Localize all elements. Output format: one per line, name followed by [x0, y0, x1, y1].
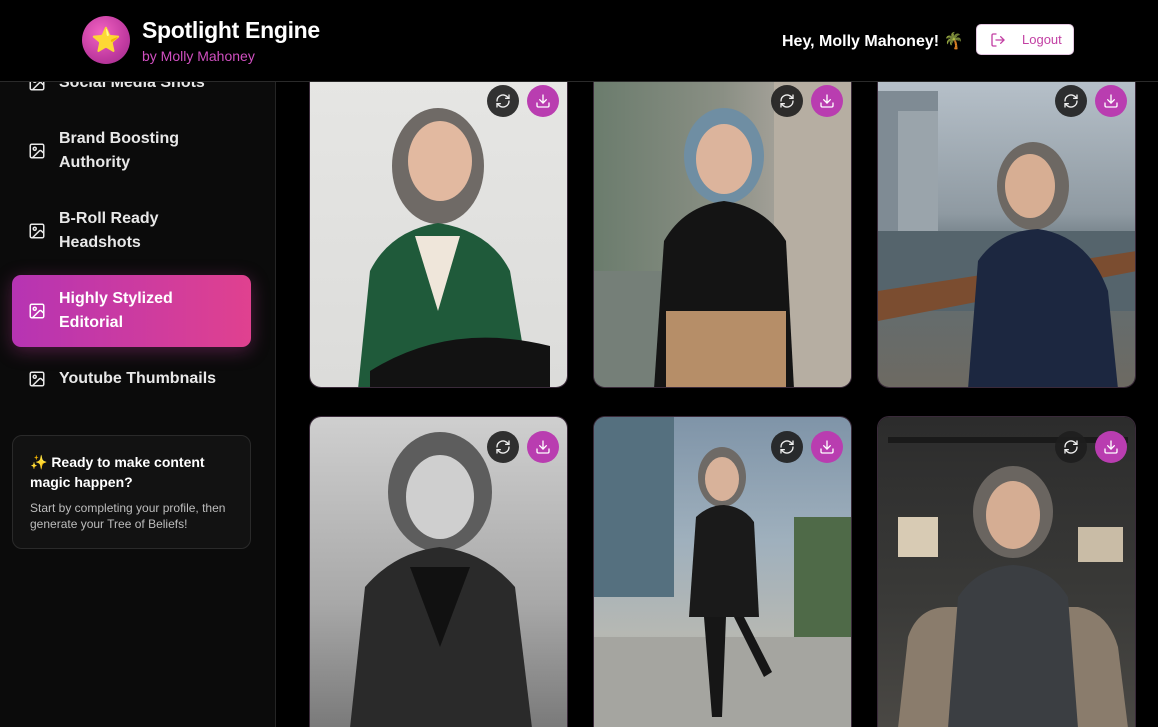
- sidebar: Social Media Shots Brand Boosting Author…: [0, 82, 276, 727]
- refresh-icon: [1064, 440, 1078, 454]
- sidebar-item-label: Brand Boosting Authority: [59, 130, 179, 171]
- photo: [594, 417, 851, 727]
- image-icon: [29, 82, 45, 91]
- portrait-image: [594, 417, 851, 727]
- download-icon: [1104, 94, 1118, 108]
- sidebar-item-label: Social Media Shots: [59, 82, 205, 91]
- refresh-icon: [780, 94, 794, 108]
- regenerate-button[interactable]: [487, 431, 519, 463]
- refresh-icon: [1064, 94, 1078, 108]
- promo-title: ✨ Ready to make content magic happen?: [30, 454, 205, 490]
- download-icon: [1104, 440, 1118, 454]
- photo: [594, 71, 851, 387]
- user-greeting: Hey, Molly Mahoney! 🌴: [782, 33, 964, 50]
- portrait-image: [878, 91, 1135, 387]
- app-root: ⭐ Spotlight Engine by Molly Mahoney Hey,…: [0, 0, 1158, 727]
- logout-button[interactable]: Logout: [976, 24, 1074, 55]
- refresh-icon: [780, 440, 794, 454]
- sidebar-item-brand-boosting-authority[interactable]: Brand Boosting Authority: [12, 127, 251, 175]
- portrait-image: [594, 71, 851, 387]
- sidebar-item-b-roll-ready-headshots[interactable]: B-Roll Ready Headshots: [12, 207, 251, 255]
- refresh-icon: [496, 94, 510, 108]
- download-button[interactable]: [811, 431, 843, 463]
- image-icon: [29, 371, 45, 387]
- app-title: Spotlight Engine: [142, 17, 320, 43]
- sidebar-item-youtube-thumbnails[interactable]: Youtube Thumbnails: [12, 367, 251, 391]
- promo-text: Start by completing your profile, then g…: [30, 501, 226, 531]
- sidebar-item-label: Highly Stylized Editorial: [59, 290, 173, 331]
- photo: [310, 71, 567, 387]
- regenerate-button[interactable]: [1055, 431, 1087, 463]
- photo: [878, 417, 1135, 727]
- sidebar-item-label: B-Roll Ready Headshots: [59, 210, 159, 251]
- app-subtitle: by Molly Mahoney: [142, 48, 255, 64]
- image-card[interactable]: [309, 416, 568, 727]
- portrait-image: [358, 108, 550, 387]
- regenerate-button[interactable]: [487, 85, 519, 117]
- download-icon: [536, 440, 550, 454]
- getting-started-card: ✨ Ready to make content magic happen? St…: [12, 435, 251, 549]
- sidebar-item-highly-stylized-editorial[interactable]: Highly Stylized Editorial: [12, 275, 251, 347]
- regenerate-button[interactable]: [771, 85, 803, 117]
- portrait-image: [350, 432, 532, 727]
- regenerate-button[interactable]: [771, 431, 803, 463]
- image-icon: [29, 223, 45, 239]
- image-card[interactable]: [593, 416, 852, 727]
- download-icon: [820, 440, 834, 454]
- download-button[interactable]: [811, 85, 843, 117]
- refresh-icon: [496, 440, 510, 454]
- image-card[interactable]: [877, 416, 1136, 727]
- top-header: ⭐ Spotlight Engine by Molly Mahoney Hey,…: [0, 0, 1158, 82]
- image-card[interactable]: [877, 70, 1136, 388]
- download-icon: [536, 94, 550, 108]
- download-button[interactable]: [1095, 431, 1127, 463]
- sidebar-item-label: Youtube Thumbnails: [59, 370, 217, 387]
- image-icon: [29, 143, 45, 159]
- logout-label: Logout: [1022, 32, 1062, 47]
- download-button[interactable]: [1095, 85, 1127, 117]
- photo: [310, 417, 567, 727]
- image-card[interactable]: [309, 70, 568, 388]
- regenerate-button[interactable]: [1055, 85, 1087, 117]
- download-button[interactable]: [527, 431, 559, 463]
- image-icon: [29, 303, 45, 319]
- logout-icon: [991, 32, 1005, 47]
- sidebar-item-social-media-shots[interactable]: Social Media Shots: [12, 82, 251, 95]
- star-logo-icon[interactable]: ⭐: [82, 16, 130, 64]
- download-button[interactable]: [527, 85, 559, 117]
- download-icon: [820, 94, 834, 108]
- photo: [878, 71, 1135, 387]
- image-card[interactable]: [593, 70, 852, 388]
- portrait-image: [888, 437, 1128, 727]
